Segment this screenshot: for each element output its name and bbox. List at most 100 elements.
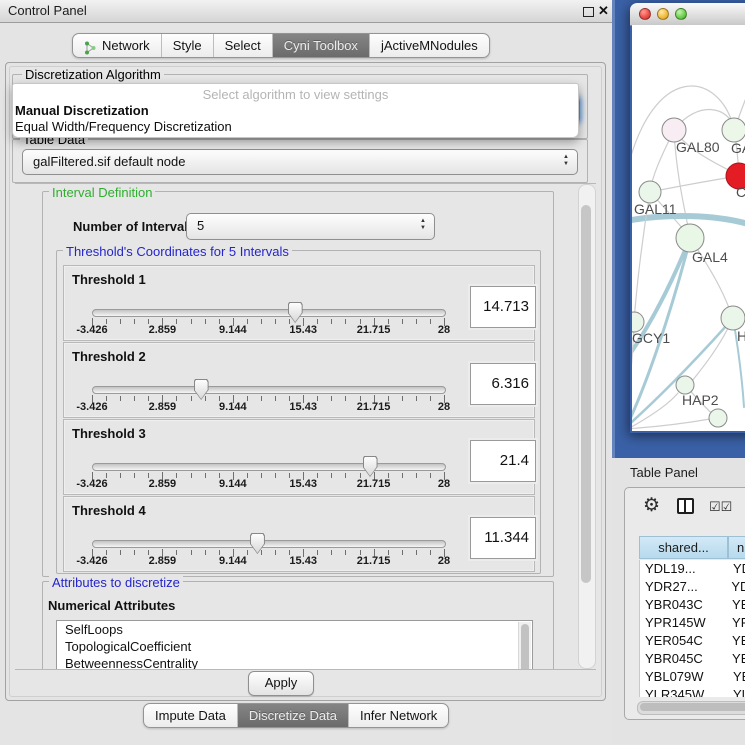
cell-name[interactable]: YPR1 — [727, 614, 745, 632]
numerical-attributes-list[interactable]: SelfLoopsTopologicalCoefficientBetweenne… — [56, 620, 533, 670]
network-node-gcy1[interactable] — [632, 312, 644, 332]
slider-thumb[interactable] — [363, 456, 378, 477]
network-node[interactable] — [709, 409, 727, 427]
slider-tick — [176, 473, 177, 478]
columns-icon[interactable] — [677, 498, 694, 514]
threshold-label: Threshold 3 — [72, 426, 146, 441]
table-row[interactable]: YDR27...YDR2 — [640, 578, 745, 596]
tab-label: Infer Network — [360, 704, 437, 727]
table-row[interactable]: YER054CYER0 — [640, 632, 745, 650]
cell-name[interactable]: YBR0 — [727, 650, 745, 668]
table-row[interactable]: YLR345WYLR3 — [640, 686, 745, 697]
attribute-item-selfloops[interactable]: SelfLoops — [57, 621, 532, 638]
network-node-h[interactable] — [721, 306, 745, 330]
num-intervals-combobox[interactable]: 5 ▲▼ — [186, 213, 435, 240]
cell-name[interactable]: YER0 — [727, 632, 745, 650]
select-columns-checkboxes-icon[interactable]: ☑☑ — [709, 499, 732, 515]
cell-shared-name[interactable]: YDR27... — [640, 578, 726, 596]
slider-track[interactable] — [92, 463, 446, 471]
algorithm-dropdown-popup: Select algorithm to view settings Manual… — [12, 83, 579, 138]
close-traffic-light-icon[interactable] — [639, 8, 651, 20]
tab-jactivemnodules[interactable]: jActiveMNodules — [369, 34, 489, 57]
slider-tick — [176, 550, 177, 555]
slider-thumb[interactable] — [288, 302, 303, 323]
slider-thumb[interactable] — [250, 533, 265, 554]
zoom-traffic-light-icon[interactable] — [675, 8, 687, 20]
slider-track[interactable] — [92, 309, 446, 317]
apply-button[interactable]: Apply — [248, 671, 314, 696]
slider-tick — [416, 473, 417, 478]
tab-style[interactable]: Style — [161, 34, 213, 57]
network-window-titlebar[interactable] — [630, 3, 745, 26]
slider-tick-label: 21.715 — [357, 324, 391, 336]
popup-item-equal-width-frequency[interactable]: Equal Width/Frequency Discretization — [15, 119, 232, 134]
threshold-value-field[interactable]: 14.713 — [470, 286, 536, 328]
cell-shared-name[interactable]: YLR345W — [640, 686, 728, 697]
cell-shared-name[interactable]: YDL19... — [640, 560, 728, 578]
settings-vertical-scrollbar[interactable] — [578, 184, 596, 669]
table-row[interactable]: YBL079WYBL0 — [640, 668, 745, 686]
table-panel: Table Panel ⚙ ☑☑ shared... n YDL19...YDL… — [612, 458, 745, 745]
threshold-value-field[interactable]: 11.344 — [470, 517, 536, 559]
slider-tick — [275, 550, 276, 555]
slider-tick — [331, 396, 332, 401]
attributes-list-scrollbar[interactable] — [518, 622, 531, 670]
threshold-value-field[interactable]: 21.4 — [470, 440, 536, 482]
table-row[interactable]: YBR045CYBR0 — [640, 650, 745, 668]
table-row[interactable]: YBR043CYBR0 — [640, 596, 745, 614]
column-header-name[interactable]: n — [728, 536, 745, 559]
network-node-gal4[interactable] — [676, 224, 704, 252]
attribute-item-betweennesscentrality[interactable]: BetweennessCentrality — [57, 655, 532, 670]
cell-name[interactable]: YBL0 — [728, 668, 745, 686]
slider-thumb[interactable] — [194, 379, 209, 400]
cell-name[interactable]: YLR3 — [728, 686, 745, 697]
popup-item-manual-discretization[interactable]: Manual Discretization — [15, 103, 149, 118]
table-row[interactable]: YPR145WYPR1 — [640, 614, 745, 632]
cell-shared-name[interactable]: YBR043C — [640, 596, 727, 614]
slider-tick-label: 9.144 — [219, 401, 247, 413]
float-window-icon[interactable] — [583, 7, 594, 17]
cell-shared-name[interactable]: YER054C — [640, 632, 727, 650]
table-data-combobox[interactable]: galFiltered.sif default node ▲▼ — [22, 149, 578, 175]
tab-select[interactable]: Select — [213, 34, 272, 57]
network-view-window[interactable]: GAL80GACGAL11GAL4GCY1HHAP2 — [630, 3, 745, 433]
slider-track[interactable] — [92, 540, 446, 548]
network-canvas[interactable]: GAL80GACGAL11GAL4GCY1HHAP2 — [632, 25, 745, 431]
table-row[interactable]: YDL19...YDL1 — [640, 560, 745, 578]
network-node-gal11[interactable] — [639, 181, 661, 203]
network-node-ga[interactable] — [722, 118, 745, 142]
tab-cyni-toolbox[interactable]: Cyni Toolbox — [272, 34, 369, 57]
cell-name[interactable]: YDL1 — [728, 560, 745, 578]
threshold-value-field[interactable]: 6.316 — [470, 363, 536, 405]
tab-network[interactable]: Network — [73, 34, 161, 57]
close-icon[interactable]: ✕ — [598, 3, 609, 19]
tab-infer-network[interactable]: Infer Network — [348, 704, 448, 727]
slider-tick-label: 21.715 — [357, 401, 391, 413]
slider-tick — [430, 396, 431, 401]
slider-tick — [416, 550, 417, 555]
cell-shared-name[interactable]: YBL079W — [640, 668, 728, 686]
slider-tick-label: 2.859 — [149, 555, 177, 567]
cell-name[interactable]: YBR0 — [727, 596, 745, 614]
table-horizontal-scrollbar[interactable] — [637, 701, 745, 715]
cell-shared-name[interactable]: YPR145W — [640, 614, 727, 632]
table-rows[interactable]: YDL19...YDL1YDR27...YDR2YBR043CYBR0YPR14… — [639, 560, 745, 697]
column-header-shared-name[interactable]: shared... — [639, 536, 728, 559]
slider-tick-label: 2.859 — [149, 324, 177, 336]
gear-icon[interactable]: ⚙ — [643, 494, 660, 517]
attribute-item-topologicalcoefficient[interactable]: TopologicalCoefficient — [57, 638, 532, 655]
tab-impute-data[interactable]: Impute Data — [144, 704, 237, 727]
interval-definition-group: Interval Definition Number of Intervals … — [42, 191, 554, 577]
cell-name[interactable]: YDR2 — [726, 578, 745, 596]
node-label: GA — [731, 140, 745, 156]
tab-discretize-data[interactable]: Discretize Data — [237, 704, 348, 727]
slider-tick — [176, 396, 177, 401]
slider-tick — [191, 319, 192, 324]
minimize-traffic-light-icon[interactable] — [657, 8, 669, 20]
slider-track[interactable] — [92, 386, 446, 394]
network-graph[interactable]: GAL80GACGAL11GAL4GCY1HHAP2 — [632, 25, 745, 431]
slider-tick — [134, 319, 135, 324]
slider-tick — [275, 319, 276, 324]
tab-label: Network — [102, 34, 150, 57]
cell-shared-name[interactable]: YBR045C — [640, 650, 727, 668]
